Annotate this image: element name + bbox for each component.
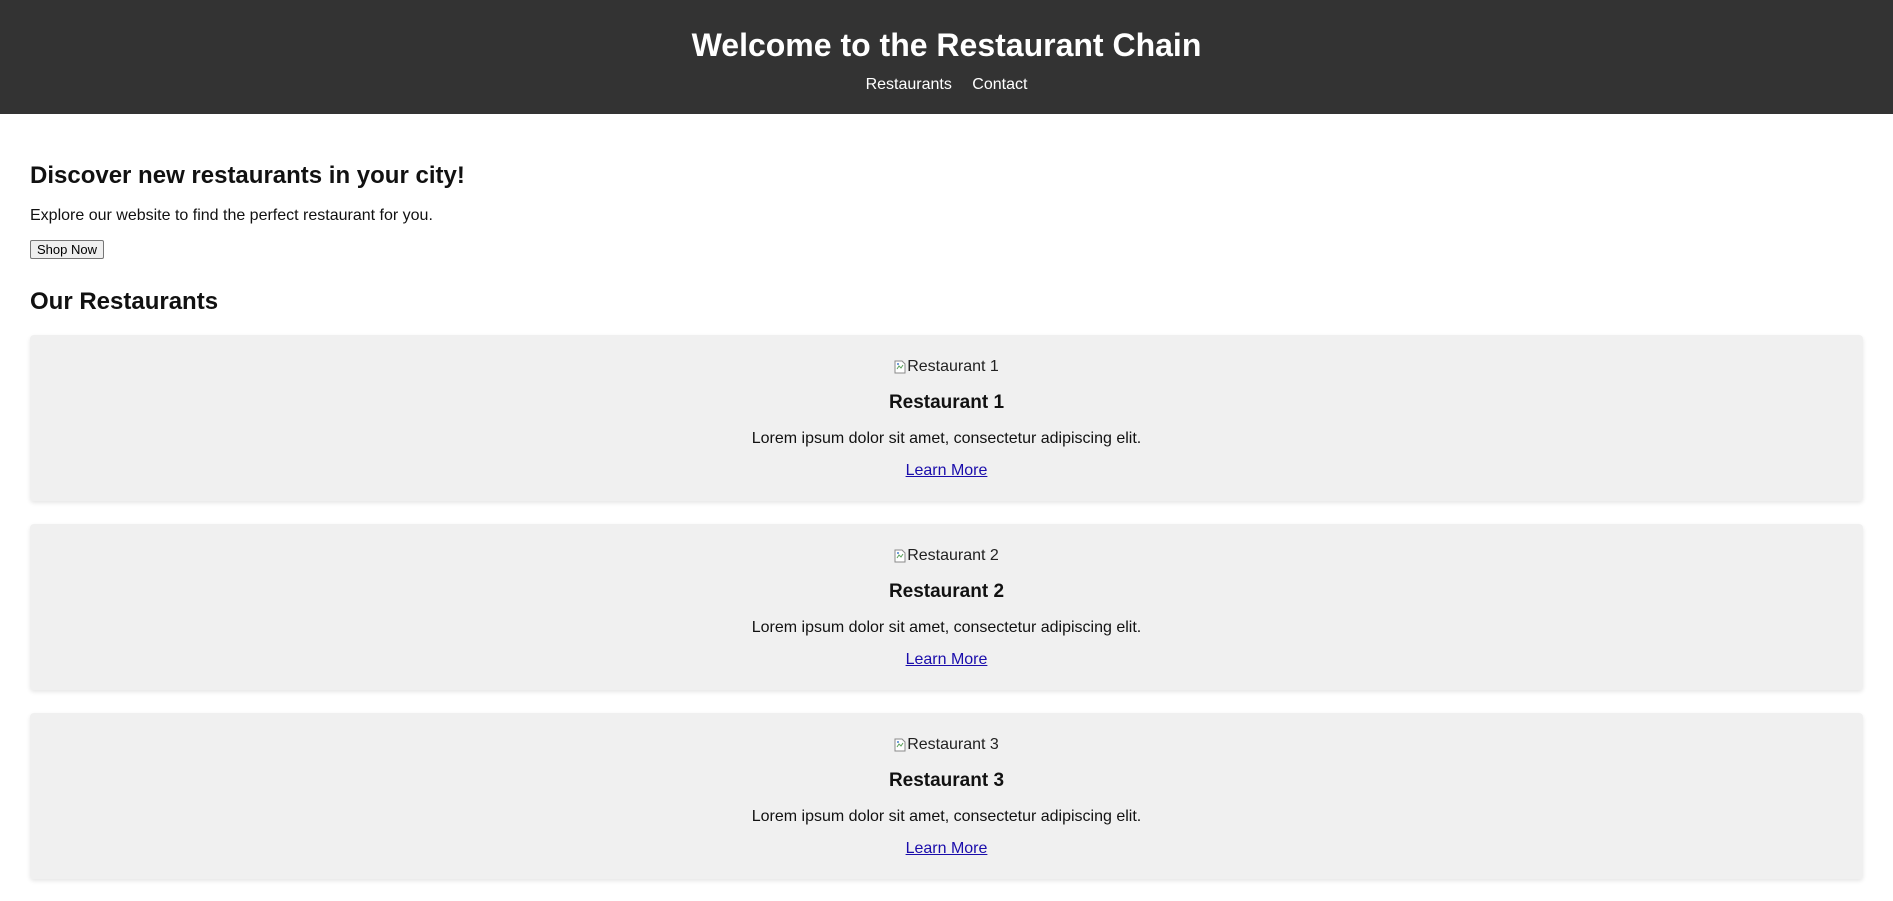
broken-image-icon xyxy=(894,549,906,563)
restaurants-section-title: Our Restaurants xyxy=(30,288,219,315)
restaurant-description: Lorem ipsum dolor sit amet, consectetur … xyxy=(751,619,1142,636)
restaurant-image: Restaurant 2 xyxy=(894,546,999,566)
restaurant-card: Restaurant 3 Restaurant 3 Lorem ipsum do… xyxy=(30,713,1863,879)
restaurant-description: Lorem ipsum dolor sit amet, consectetur … xyxy=(751,808,1142,825)
restaurant-image-alt: Restaurant 1 xyxy=(907,358,999,375)
learn-more-link[interactable]: Learn More xyxy=(906,650,988,670)
learn-more-link[interactable]: Learn More xyxy=(906,839,988,859)
site-title: Welcome to the Restaurant Chain xyxy=(691,27,1202,63)
main-content: Discover new restaurants in your city! E… xyxy=(0,114,1893,879)
nav-link-restaurants[interactable]: Restaurants xyxy=(866,76,952,93)
restaurant-image-alt: Restaurant 3 xyxy=(907,736,999,753)
shop-now-button[interactable]: Shop Now xyxy=(30,240,104,259)
restaurant-name: Restaurant 2 xyxy=(888,581,1005,602)
learn-more-link[interactable]: Learn More xyxy=(906,461,988,481)
restaurant-card: Restaurant 2 Restaurant 2 Lorem ipsum do… xyxy=(30,524,1863,690)
restaurant-image: Restaurant 1 xyxy=(894,357,999,377)
restaurant-description: Lorem ipsum dolor sit amet, consectetur … xyxy=(751,430,1142,447)
nav-link-contact[interactable]: Contact xyxy=(972,76,1027,93)
restaurant-image: Restaurant 3 xyxy=(894,735,999,755)
main-nav: Restaurants Contact xyxy=(0,75,1893,95)
restaurant-name: Restaurant 1 xyxy=(888,392,1005,413)
site-header: Welcome to the Restaurant Chain Restaura… xyxy=(0,0,1893,114)
restaurant-name: Restaurant 3 xyxy=(888,770,1005,791)
restaurant-image-alt: Restaurant 2 xyxy=(907,547,999,564)
hero-title: Discover new restaurants in your city! xyxy=(30,162,465,189)
hero-section: Discover new restaurants in your city! E… xyxy=(30,114,1863,259)
restaurant-card-list: Restaurant 1 Restaurant 1 Lorem ipsum do… xyxy=(30,335,1863,879)
restaurant-card: Restaurant 1 Restaurant 1 Lorem ipsum do… xyxy=(30,335,1863,501)
broken-image-icon xyxy=(894,360,906,374)
broken-image-icon xyxy=(894,738,906,752)
hero-text: Explore our website to find the perfect … xyxy=(30,207,433,224)
